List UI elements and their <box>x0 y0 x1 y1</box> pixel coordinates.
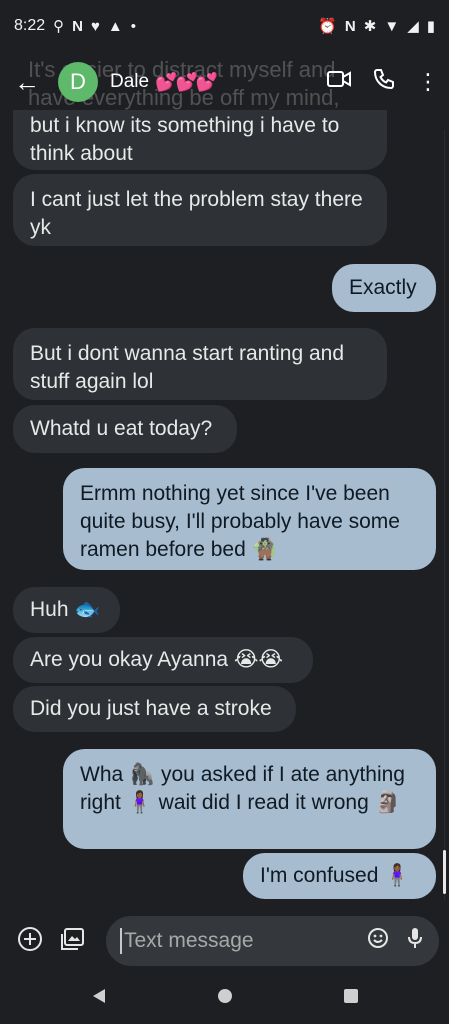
message-bubble-incoming[interactable]: Did you just have a stroke <box>13 686 296 732</box>
dot-icon: • <box>130 17 137 35</box>
message-text: I'm confused 🧍🏾‍♀️ <box>260 864 411 887</box>
avatar-letter: D <box>70 69 86 94</box>
gallery-icon[interactable] <box>60 926 86 959</box>
video-call-icon[interactable] <box>327 70 351 94</box>
back-arrow-icon[interactable]: ← <box>14 67 44 98</box>
message-bubble-incoming[interactable]: Huh 🐟 <box>13 587 120 633</box>
avatar[interactable]: D <box>58 62 98 102</box>
more-options-icon[interactable]: ⋮ <box>417 69 439 95</box>
message-text: I cant just let the problem stay there y… <box>30 188 363 239</box>
message-input-placeholder: Text message <box>124 929 254 952</box>
message-text: Exactly <box>349 276 417 299</box>
warning-icon: ▲ <box>107 17 123 35</box>
alarm-icon: ⚲ <box>53 18 65 35</box>
text-caret <box>120 928 122 954</box>
wifi-icon: ▼ <box>384 17 400 35</box>
microphone-icon[interactable] <box>407 927 423 955</box>
notification-n-icon: N <box>72 17 83 35</box>
message-text: Huh 🐟 <box>30 598 101 621</box>
message-text: Whatd u eat today? <box>30 417 213 440</box>
bluetooth-icon: ✱ <box>363 18 377 35</box>
message-text: Ermm nothing yet since I've been quite b… <box>80 482 400 561</box>
message-bubble-outgoing[interactable]: Exactly <box>332 264 436 312</box>
status-bar: 8:22 ⚲ N ♥ ▲ • ⏰ N ✱ ▼ ◢ ▮ <box>0 0 449 52</box>
scrollbar-thumb[interactable] <box>443 850 446 894</box>
message-text: Are you okay Ayanna 😭😭 <box>30 648 283 671</box>
message-text: but i know its something i have to think… <box>30 114 340 165</box>
message-composer: Text message <box>0 912 449 970</box>
alarm-clock-icon: ⏰ <box>318 18 337 35</box>
message-bubble-outgoing[interactable]: Ermm nothing yet since I've been quite b… <box>63 468 436 570</box>
contact-name[interactable]: Dale <box>110 71 149 93</box>
nav-recents-icon[interactable] <box>343 988 359 1009</box>
message-bubble-incoming[interactable]: Whatd u eat today? <box>13 405 237 453</box>
nav-back-icon[interactable] <box>91 988 107 1009</box>
add-circle-icon[interactable] <box>17 926 43 959</box>
nfc-icon: N <box>344 17 356 35</box>
message-text: Wha 🦍 you asked if I ate anything right … <box>80 763 405 814</box>
conversation-header: ← D Dale 💕💕💕 ⋮ <box>0 52 449 112</box>
heart-icon: ♥ <box>90 17 100 35</box>
phone-call-icon[interactable] <box>373 68 395 96</box>
message-text: Did you just have a stroke <box>30 697 272 720</box>
nav-home-icon[interactable] <box>217 988 233 1009</box>
message-bubble-incoming[interactable]: but i know its something i have to think… <box>13 110 387 170</box>
contact-emoji: 💕💕💕 <box>155 71 218 92</box>
message-bubble-incoming[interactable]: But i dont wanna start ranting and stuff… <box>13 328 387 400</box>
system-navigation-bar <box>0 972 449 1024</box>
message-input[interactable]: Text message <box>106 916 439 966</box>
battery-icon: ▮ <box>426 18 435 35</box>
emoji-icon[interactable] <box>367 927 389 955</box>
status-time: 8:22 <box>14 17 46 34</box>
signal-icon: ◢ <box>407 18 419 35</box>
message-bubble-incoming[interactable]: Are you okay Ayanna 😭😭 <box>13 637 313 683</box>
message-text: But i dont wanna start ranting and stuff… <box>30 342 345 393</box>
scroll-track <box>444 130 445 900</box>
message-bubble-outgoing[interactable]: Wha 🦍 you asked if I ate anything right … <box>63 749 436 849</box>
message-bubble-incoming[interactable]: I cant just let the problem stay there y… <box>13 174 387 246</box>
message-bubble-outgoing[interactable]: I'm confused 🧍🏾‍♀️ <box>243 853 436 899</box>
